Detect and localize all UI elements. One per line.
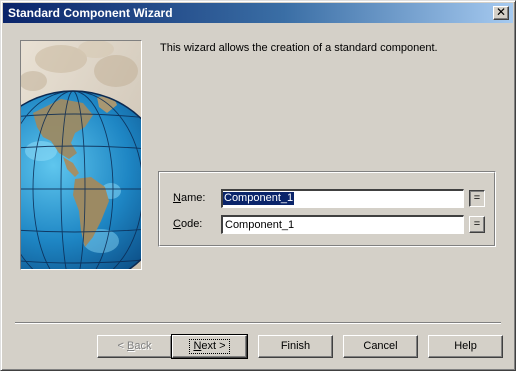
next-button-focus: Next > [189, 339, 230, 354]
globe-icon [21, 41, 141, 269]
help-button[interactable]: Help [428, 335, 503, 358]
window-title: Standard Component Wizard [8, 6, 173, 20]
button-separator [15, 322, 501, 324]
component-fields-group: Name: Component_1 = Code: = [158, 171, 496, 247]
equals-icon: = [473, 218, 481, 230]
equals-icon: = [473, 192, 481, 204]
back-button-prefix: < [117, 340, 127, 352]
group-frame: Name: Component_1 = Code: = [159, 172, 495, 246]
name-label-accelerator: N [173, 192, 181, 204]
back-button-suffix: ack [134, 340, 152, 352]
code-input[interactable] [221, 215, 464, 234]
wizard-window: Standard Component Wizard ✕ This wizard … [0, 0, 516, 371]
title-bar[interactable]: Standard Component Wizard ✕ [3, 3, 513, 23]
cancel-button[interactable]: Cancel [343, 335, 418, 358]
next-button-suffix: ext > [201, 340, 226, 352]
code-sync-button[interactable]: = [469, 216, 485, 233]
close-icon: ✕ [495, 5, 507, 19]
code-label-accelerator: C [173, 218, 181, 230]
next-button[interactable]: Next > [171, 334, 248, 359]
code-label-text: ode: [180, 218, 203, 230]
name-label: Name: [173, 192, 205, 204]
name-label-text: ame: [180, 192, 206, 204]
finish-button[interactable]: Finish [258, 335, 333, 358]
intro-text: This wizard allows the creation of a sta… [160, 42, 438, 54]
back-button[interactable]: < Back [97, 335, 172, 358]
code-label: Code: [173, 218, 202, 230]
name-sync-button[interactable]: = [469, 190, 485, 207]
close-button[interactable]: ✕ [493, 6, 509, 20]
globe-illustration [20, 40, 142, 270]
name-input[interactable] [221, 189, 464, 208]
